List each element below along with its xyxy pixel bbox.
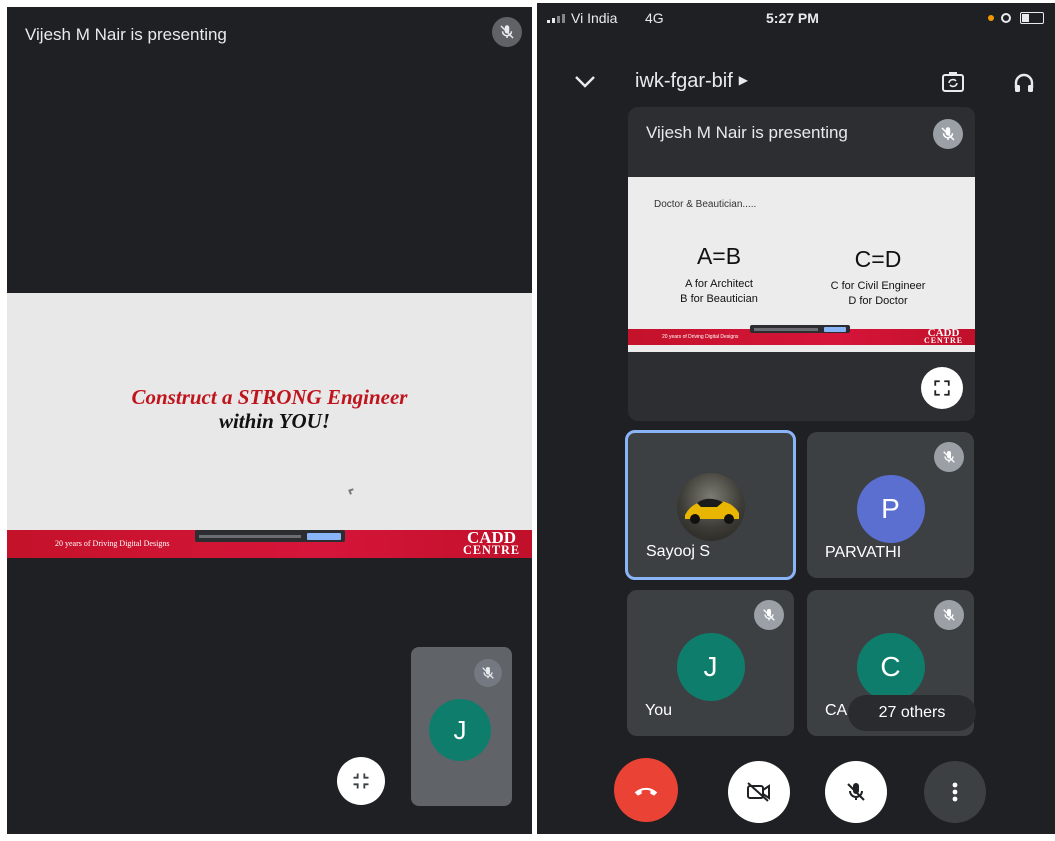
end-call-icon	[634, 787, 658, 796]
more-vert-icon	[952, 782, 958, 802]
shared-slide-thumbnail: Doctor & Beautician..... A=B A for Archi…	[628, 177, 975, 352]
orientation-lock-icon	[1001, 13, 1011, 23]
mic-toggle-button[interactable]	[825, 761, 887, 823]
exit-fullscreen-button[interactable]	[337, 757, 385, 805]
fullscreen-button[interactable]	[921, 367, 963, 409]
fullscreen-icon	[934, 380, 950, 396]
mic-off-icon	[934, 600, 964, 630]
others-count-pill[interactable]: 27 others	[848, 695, 976, 731]
participant-tile-sayooj[interactable]: Sayooj S	[625, 430, 796, 580]
participant-tile-parvathi[interactable]: P PARVATHI	[807, 432, 974, 578]
participant-name: PARVATHI	[825, 544, 902, 561]
participant-name: You	[645, 702, 672, 719]
slide-equation-right: C=D	[854, 246, 902, 272]
meeting-code[interactable]: iwk-fgar-bif ▶	[635, 70, 748, 93]
self-video-tile[interactable]: J	[411, 647, 512, 806]
camera-toggle-button[interactable]	[728, 761, 790, 823]
slide-footer-tag: 20 years of Driving Digital Designs	[55, 539, 170, 548]
slide-desc-right: C for Civil Engineer D for Doctor	[830, 280, 926, 307]
mic-off-icon	[754, 600, 784, 630]
chevron-down-icon[interactable]	[573, 74, 597, 95]
camera-flip-icon[interactable]	[941, 71, 965, 98]
mic-in-use-indicator	[988, 15, 994, 21]
slide-line-1: Construct a STRONG Engineer	[131, 385, 408, 409]
presentation-view-desktop: Vijesh M Nair is presenting Construct a …	[7, 7, 532, 834]
presenter-banner: Vijesh M Nair is presenting	[646, 123, 848, 142]
screen-share-bar	[195, 530, 345, 542]
participant-tile-you[interactable]: J You	[627, 590, 794, 736]
presenter-banner: Vijesh M Nair is presenting	[25, 25, 227, 44]
camera-off-icon	[747, 782, 770, 802]
battery-icon	[1020, 12, 1044, 24]
meet-mobile-view: Vi India 4G 5:27 PM iwk-fgar-bif ▶ Vijesh…	[537, 3, 1055, 834]
headphones-icon[interactable]	[1011, 71, 1037, 100]
shared-slide: Construct a STRONG Engineer within YOU! …	[7, 293, 532, 558]
avatar: P	[856, 475, 925, 543]
cadd-centre-logo: CADD CENTRE	[924, 327, 963, 346]
presentation-tile[interactable]: Vijesh M Nair is presenting Doctor & Bea…	[628, 107, 975, 421]
carrier-label: Vi India	[571, 10, 618, 26]
slide-equation-left: A=B	[696, 243, 742, 269]
screen-share-bar	[750, 325, 850, 333]
participant-name: CA	[825, 702, 848, 719]
avatar: J	[676, 633, 745, 701]
avatar: C	[856, 633, 925, 701]
more-options-button[interactable]	[924, 761, 986, 823]
end-call-button[interactable]	[614, 758, 678, 822]
mic-off-icon	[474, 659, 502, 687]
clock: 5:27 PM	[766, 10, 819, 26]
slide-heading: Doctor & Beautician.....	[654, 199, 757, 210]
participant-name: Sayooj S	[646, 543, 711, 560]
slide-line-2: within YOU!	[218, 409, 331, 433]
network-label: 4G	[645, 10, 664, 26]
exit-fullscreen-icon	[353, 773, 369, 789]
meeting-top-bar: iwk-fgar-bif ▶	[537, 58, 1055, 108]
mic-off-icon	[847, 783, 865, 801]
cursor-icon	[348, 488, 355, 495]
slide-footer-tag: 20 years of Driving Digital Designs	[662, 334, 739, 340]
stop-share-button[interactable]	[307, 532, 341, 540]
signal-icon	[547, 14, 565, 23]
avatar: J	[429, 699, 491, 761]
mic-off-icon	[492, 17, 522, 47]
mic-off-icon	[933, 119, 963, 149]
caret-right-icon: ▶	[738, 73, 749, 87]
status-bar: Vi India 4G 5:27 PM	[537, 3, 1055, 33]
slide-desc-left: A for Architect B for Beautician	[680, 278, 758, 305]
avatar	[676, 473, 745, 541]
cadd-centre-logo: CADD CENTRE	[463, 528, 520, 558]
mic-off-icon	[934, 442, 964, 472]
